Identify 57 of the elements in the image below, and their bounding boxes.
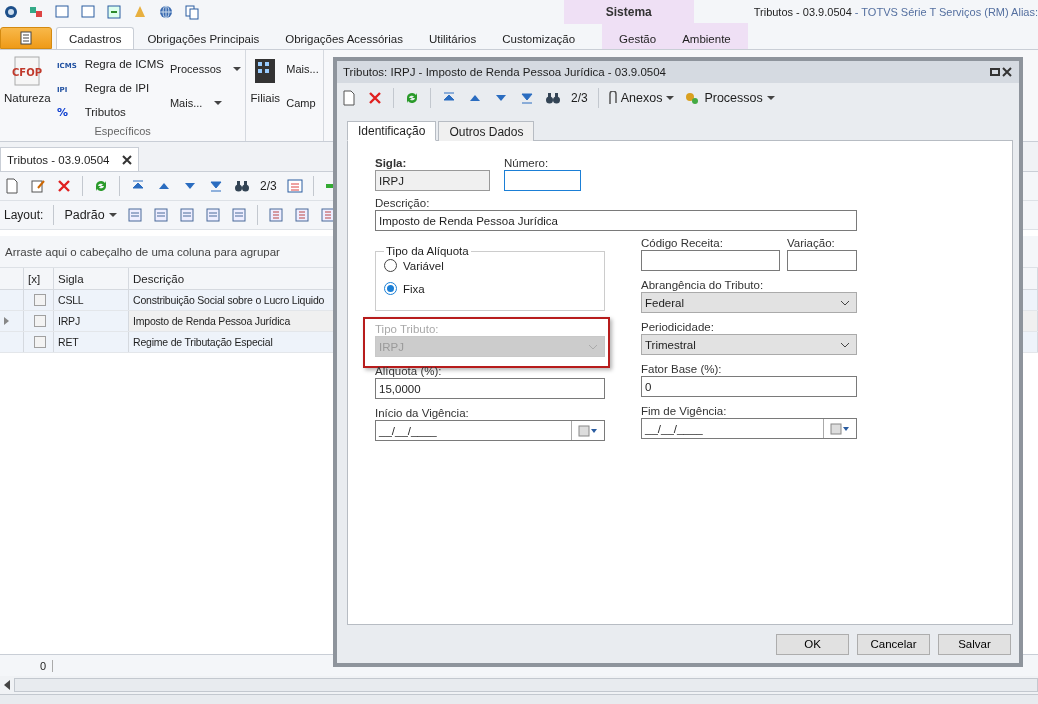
ribbon-tab[interactable]: Obrigações Acessórias [272, 27, 416, 49]
dialog-title: Tributos: IRPJ - Imposto de Renda Pessoa Jurídica - 03.9.0504 [343, 66, 668, 78]
table-cell: RET [54, 332, 129, 352]
ribbon-button[interactable]: Camp [286, 88, 319, 118]
field-label: Variação: [787, 237, 836, 249]
combo-box[interactable]: Trimestral [641, 334, 857, 355]
document-tab[interactable]: Tributos - 03.9.0504 [0, 147, 139, 171]
context-tab-header: Sistema [563, 0, 694, 24]
filiais-button[interactable]: Filiais [250, 54, 281, 141]
ribbon-menu-button[interactable]: Mais... [169, 88, 242, 118]
table-cell: CSLL [54, 290, 129, 310]
record-count: 0 [40, 659, 54, 672]
field-label: Fator Base (%): [641, 363, 723, 375]
record-counter: 2/3 [260, 179, 277, 193]
ribbon-tab[interactable]: Cadastros [56, 27, 135, 49]
input-field[interactable]: IRPJ [375, 170, 490, 191]
column-header[interactable]: [x] [24, 268, 54, 289]
field-label: Abrangência do Tributo: [641, 279, 765, 291]
form-tab[interactable]: Identificação [347, 121, 437, 141]
dialog-button[interactable]: Salvar [938, 633, 1011, 655]
form-tab[interactable]: Outros Dados [438, 121, 535, 141]
field-label: Código Receita: [641, 237, 724, 249]
dialog-button[interactable]: OK [776, 633, 849, 655]
natureza-button[interactable]: CFOP Natureza [4, 54, 51, 125]
document-icon: % [56, 105, 81, 119]
field-label: Alíquota (%): [375, 365, 443, 377]
dialog-button[interactable]: Cancelar [857, 633, 930, 655]
processes-dropdown[interactable]: Processos [684, 90, 775, 106]
group-title: Tipo da Alíquota [385, 245, 470, 257]
layout-label: Layout: [4, 208, 44, 222]
input-field[interactable]: 0 [641, 376, 857, 397]
window-title: Tributos - 03.9.0504 - TOTVS Série T Serviços (RM) Alias: [753, 6, 1038, 18]
date-field[interactable]: __/__/____ [641, 418, 857, 439]
ribbon-tab[interactable]: Gestão [606, 27, 670, 49]
ribbon-menu-button[interactable]: Processos [169, 54, 242, 84]
ribbon-tab[interactable]: Obrigações Principais [134, 27, 273, 49]
ribbon-tab[interactable]: Customização [489, 27, 589, 49]
field-label: Descrição: [375, 197, 431, 209]
field-label: Periodicidade: [641, 321, 715, 333]
attachments-dropdown[interactable]: Anexos [608, 91, 675, 105]
field-label: Início da Vigência: [375, 407, 470, 419]
column-header[interactable]: Sigla [54, 268, 129, 289]
group-label: Específicos [93, 125, 152, 139]
ribbon-button[interactable]: Mais... [286, 54, 319, 84]
input-field[interactable]: Imposto de Renda Pessoa Jurídica [375, 210, 857, 231]
field-label: Sigla: [375, 157, 408, 169]
record-counter: 2/3 [571, 91, 588, 105]
ribbon-tab[interactable]: Ambiente [669, 27, 744, 49]
ribbon-button[interactable]: % Tributos [56, 102, 164, 122]
table-cell: IRPJ [54, 311, 129, 331]
input-field[interactable]: 15,0000 [375, 378, 605, 399]
field-label: Fim de Vigência: [641, 405, 728, 417]
combo-box[interactable]: Federal [641, 292, 857, 313]
field-label: Número: [504, 157, 550, 169]
ribbon-tab[interactable]: Utilitários [415, 27, 490, 49]
layout-dropdown[interactable]: Padrão [64, 208, 117, 222]
date-field[interactable]: __/__/____ [375, 420, 605, 441]
